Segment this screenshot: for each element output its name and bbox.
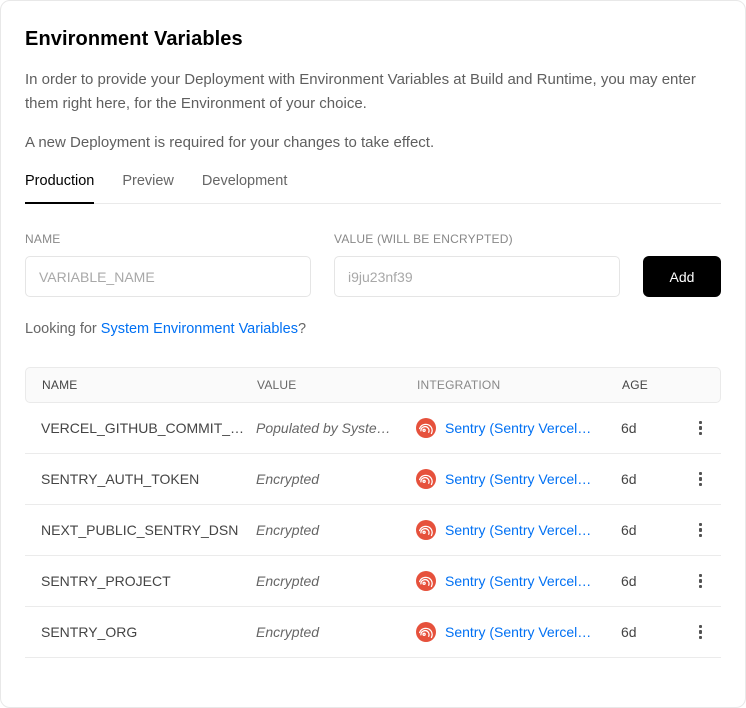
variable-name-cell: SENTRY_AUTH_TOKEN — [41, 471, 256, 487]
integration-link[interactable]: Sentry (Sentry Vercel… — [445, 573, 591, 589]
system-env-prefix: Looking for — [25, 321, 101, 337]
env-variables-table: NAME VALUE INTEGRATION AGE VERCEL_GITHUB… — [25, 367, 721, 658]
table-row: SENTRY_PROJECT Encrypted Sentry (Sentry … — [25, 556, 721, 607]
system-env-suffix: ? — [298, 321, 306, 337]
table-row: NEXT_PUBLIC_SENTRY_DSN Encrypted Sentry … — [25, 505, 721, 556]
column-header-value: VALUE — [257, 378, 417, 392]
tab-production[interactable]: Production — [25, 173, 94, 204]
sentry-icon — [416, 622, 436, 642]
integration-cell: Sentry (Sentry Vercel… — [416, 418, 621, 438]
environment-variables-panel: Environment Variables In order to provid… — [0, 0, 746, 708]
row-menu-kebab-icon[interactable] — [694, 519, 707, 542]
variable-value-input[interactable] — [334, 256, 620, 297]
value-label: VALUE (WILL BE ENCRYPTED) — [334, 232, 620, 246]
row-menu-kebab-icon[interactable] — [694, 621, 707, 644]
column-header-age: AGE — [622, 378, 684, 392]
sentry-icon — [416, 418, 436, 438]
table-header-row: NAME VALUE INTEGRATION AGE — [25, 367, 721, 403]
redeploy-note: A new Deployment is required for your ch… — [25, 131, 721, 155]
add-button[interactable]: Add — [643, 256, 721, 297]
add-variable-form: NAME VALUE (WILL BE ENCRYPTED) Add — [25, 232, 721, 297]
tab-preview[interactable]: Preview — [122, 173, 174, 204]
integration-cell: Sentry (Sentry Vercel… — [416, 469, 621, 489]
system-env-link[interactable]: System Environment Variables — [101, 321, 298, 337]
variable-name-cell: SENTRY_ORG — [41, 624, 256, 640]
variable-name-cell: NEXT_PUBLIC_SENTRY_DSN — [41, 522, 256, 538]
variable-value-cell: Encrypted — [256, 573, 416, 589]
variable-name-input[interactable] — [25, 256, 311, 297]
integration-cell: Sentry (Sentry Vercel… — [416, 520, 621, 540]
name-label: NAME — [25, 232, 311, 246]
row-menu-kebab-icon[interactable] — [694, 417, 707, 440]
table-row: VERCEL_GITHUB_COMMIT_… Populated by Syst… — [25, 403, 721, 454]
panel-description: In order to provide your Deployment with… — [25, 68, 717, 116]
variable-value-cell: Populated by Syste… — [256, 420, 416, 436]
row-menu-kebab-icon[interactable] — [694, 468, 707, 491]
sentry-icon — [416, 571, 436, 591]
column-header-integration: INTEGRATION — [417, 378, 622, 392]
table-row: SENTRY_ORG Encrypted Sentry (Sentry Verc… — [25, 607, 721, 658]
age-cell: 6d — [621, 420, 683, 436]
table-row: SENTRY_AUTH_TOKEN Encrypted Sentry (Sent… — [25, 454, 721, 505]
variable-name-cell: VERCEL_GITHUB_COMMIT_… — [41, 420, 256, 436]
age-cell: 6d — [621, 624, 683, 640]
variable-value-cell: Encrypted — [256, 471, 416, 487]
age-cell: 6d — [621, 573, 683, 589]
integration-link[interactable]: Sentry (Sentry Vercel… — [445, 471, 591, 487]
integration-link[interactable]: Sentry (Sentry Vercel… — [445, 624, 591, 640]
age-cell: 6d — [621, 471, 683, 487]
integration-link[interactable]: Sentry (Sentry Vercel… — [445, 522, 591, 538]
system-env-line: Looking for System Environment Variables… — [25, 321, 721, 337]
column-header-name: NAME — [42, 378, 257, 392]
environment-tabs: Production Preview Development — [25, 173, 721, 204]
integration-cell: Sentry (Sentry Vercel… — [416, 571, 621, 591]
integration-cell: Sentry (Sentry Vercel… — [416, 622, 621, 642]
variable-name-cell: SENTRY_PROJECT — [41, 573, 256, 589]
table-body: VERCEL_GITHUB_COMMIT_… Populated by Syst… — [25, 403, 721, 658]
integration-link[interactable]: Sentry (Sentry Vercel… — [445, 420, 591, 436]
variable-value-cell: Encrypted — [256, 522, 416, 538]
tab-development[interactable]: Development — [202, 173, 287, 204]
age-cell: 6d — [621, 522, 683, 538]
sentry-icon — [416, 520, 436, 540]
page-title: Environment Variables — [25, 28, 721, 51]
row-menu-kebab-icon[interactable] — [694, 570, 707, 593]
variable-value-cell: Encrypted — [256, 624, 416, 640]
sentry-icon — [416, 469, 436, 489]
